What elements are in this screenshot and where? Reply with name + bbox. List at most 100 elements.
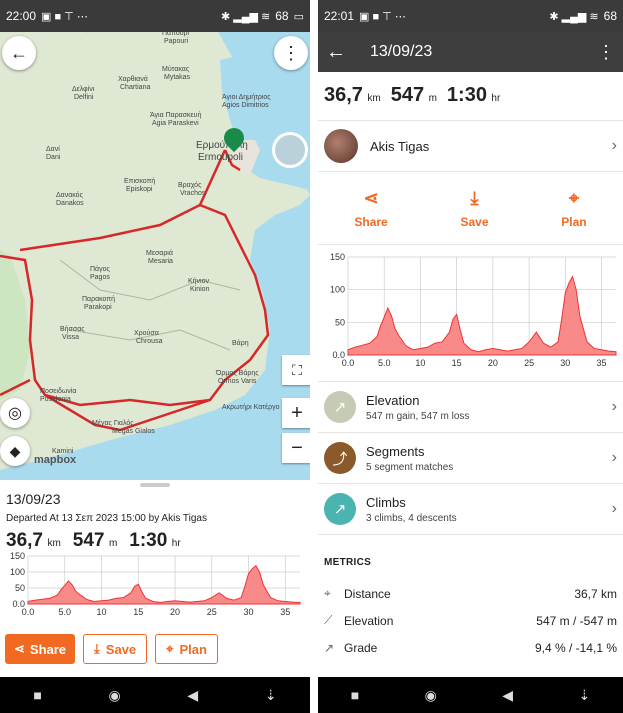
metric-label: Distance	[344, 586, 391, 601]
chevron-right-icon: ›	[611, 449, 617, 466]
map-label: Μύτακας	[162, 66, 190, 73]
share-button[interactable]: ⋖ Share	[354, 188, 387, 229]
y-tick-label: 150	[330, 252, 345, 262]
map-label: Χρούσα	[134, 330, 159, 337]
elevation-chart[interactable]: 0.0501001500.0 5.0 10 15 20 25 30 35	[4, 550, 304, 622]
back-button[interactable]: ←	[2, 36, 36, 70]
recents-icon[interactable]: ■	[351, 687, 359, 703]
map-label: Μέγας Γιαλός	[92, 420, 134, 427]
notification-icons: ▣ ■ ⊤ ⋯	[359, 10, 406, 23]
recenter-ring-icon[interactable]	[272, 132, 308, 168]
climbs-icon: ↗	[324, 493, 356, 525]
status-time: 22:01	[324, 9, 355, 23]
map-label: Ermoupoli	[198, 152, 244, 163]
list-item-climbs[interactable]: ↗ Climbs 3 climbs, 4 descents ›	[318, 483, 623, 534]
back-nav-icon[interactable]: ◀	[502, 687, 513, 704]
avatar[interactable]	[324, 129, 358, 163]
elevation-trend-icon: ↗	[324, 391, 356, 423]
app-bar: ← 13/09/23 ⋮	[318, 32, 623, 72]
layers-icon: ◆	[9, 442, 21, 459]
share-icon: ⋖	[14, 641, 25, 656]
fullscreen-button[interactable]: ⛶	[282, 355, 310, 385]
plan-button[interactable]: ⌖ Plan	[561, 188, 586, 229]
save-button[interactable]: ⤓ Save	[460, 188, 488, 229]
mapbox-attribution[interactable]: mapbox	[34, 454, 76, 466]
metrics-heading: METRICS	[318, 534, 623, 580]
elevation-chart[interactable]: 0.0501001500.0 5.0 10 15 20 25 30 35	[318, 251, 618, 381]
map-label: Μεσαριά	[146, 250, 173, 257]
system-nav-bar: ■ ◉ ◀ ⇣	[318, 677, 623, 713]
zoom-out-button[interactable]: −	[282, 433, 310, 463]
y-tick-label: 100	[330, 285, 345, 295]
athlete-name: Akis Tigas	[370, 138, 430, 154]
fullscreen-icon: ⛶	[292, 361, 302, 378]
map-label: Chartiana	[120, 84, 151, 91]
time-unit: hr	[491, 93, 501, 104]
elevation-unit: m	[108, 538, 118, 549]
map-label: Όρμος Βάρης	[216, 370, 259, 377]
drag-handle[interactable]	[140, 483, 170, 487]
map-label: Delfini	[74, 94, 94, 101]
map-label: Chrousa	[136, 338, 163, 345]
x-tick-label: 35	[280, 607, 290, 617]
metric-row-elevation: ⟋ Elevation 547 m / -547 m	[318, 607, 623, 634]
map-label: Pagos	[90, 274, 110, 281]
list-item-title: Elevation	[366, 392, 420, 408]
distance-value: 36,7	[6, 530, 43, 551]
share-button[interactable]: ⋖ Share	[5, 634, 76, 664]
x-tick-label: 35	[597, 358, 607, 368]
chevron-right-icon: ›	[611, 500, 617, 517]
save-button[interactable]: ⤓ Save	[83, 634, 148, 664]
kebab-menu-icon[interactable]: ⋮	[597, 42, 615, 63]
list-item-title: Climbs	[366, 494, 406, 510]
map-label: Megas Gialos	[112, 428, 155, 435]
elevation-area	[347, 275, 617, 356]
home-icon[interactable]: ◉	[109, 687, 121, 704]
elevation-value: 547	[390, 84, 425, 106]
map-label: Πάγος	[90, 266, 110, 273]
map-label: Δανί	[46, 146, 60, 153]
x-tick-label: 5.0	[58, 607, 71, 617]
distance-unit: km	[47, 538, 61, 549]
back-nav-icon[interactable]: ◀	[187, 687, 198, 704]
map-label: Posidonia	[40, 396, 71, 403]
notification-icons: ▣ ■ ⊤ ⋯	[41, 10, 88, 23]
departed-text: Departed At 13 Σεπ 2023 15:00 by Akis Ti…	[6, 513, 207, 524]
back-arrow-icon[interactable]: ←	[326, 41, 370, 64]
nav-extra-icon[interactable]: ⇣	[265, 687, 277, 704]
map-pin-plan-icon: ⌖	[166, 641, 174, 656]
x-tick-label: 15	[133, 607, 143, 617]
my-location-button[interactable]: ◎	[0, 398, 30, 428]
status-bar: 22:01 ▣ ■ ⊤ ⋯ ✱ ▂▄▆ ≋ 68	[318, 0, 623, 32]
list-item-elevation[interactable]: ↗ Elevation 547 m gain, 547 m loss ›	[318, 381, 623, 432]
plan-button[interactable]: ⌖ Plan	[155, 634, 218, 664]
system-nav-bar: ■ ◉ ◀ ⇣	[0, 677, 310, 713]
map-label: Papouri	[164, 38, 189, 45]
home-icon[interactable]: ◉	[425, 687, 437, 704]
zoom-in-button[interactable]: +	[282, 398, 310, 428]
map-view[interactable]: Αετός Παπουρί Papouri Μύτακας Mytakas Χα…	[0, 0, 310, 480]
metric-label: Grade	[344, 640, 378, 655]
layers-button[interactable]: ◆	[0, 436, 30, 466]
x-tick-label: 0.0	[342, 358, 355, 368]
map-label: Mytakas	[164, 74, 191, 81]
list-item-segments[interactable]: ⤴ Segments 5 segment matches ›	[318, 432, 623, 483]
signal-icons: ✱ ▂▄▆ ≋	[220, 10, 271, 23]
battery-icon: ▭	[293, 10, 304, 23]
download-icon: ⤓	[470, 187, 479, 208]
map-label: Βραχός	[178, 182, 202, 189]
athlete-row[interactable]: Akis Tigas ›	[318, 121, 623, 171]
map-label: Άγια Παρασκευή	[150, 112, 202, 119]
chevron-right-icon: ›	[611, 137, 617, 154]
x-tick-label: 30	[244, 607, 254, 617]
distance-unit: km	[367, 93, 381, 104]
map-menu-button[interactable]: ⋮	[274, 36, 308, 70]
map-label: Ποσειδωνία	[40, 388, 77, 395]
minus-icon: −	[291, 436, 303, 459]
x-tick-label: 10	[97, 607, 107, 617]
nav-extra-icon[interactable]: ⇣	[579, 687, 591, 704]
recents-icon[interactable]: ■	[33, 687, 41, 703]
action-bar: ⋖ Share ⤓ Save ⌖ Plan	[5, 634, 218, 664]
segments-icon: ⤴	[324, 442, 356, 474]
share-label: Share	[354, 214, 388, 229]
